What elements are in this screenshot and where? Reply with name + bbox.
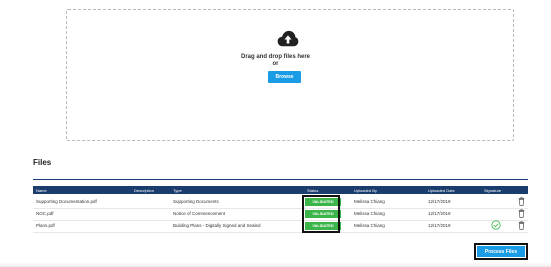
trash-icon[interactable] — [518, 221, 525, 230]
file-name[interactable]: Supporting Documentation.pdf — [36, 199, 97, 204]
uploaded-date: 12/17/2019 — [428, 211, 451, 216]
trash-icon[interactable] — [518, 209, 525, 218]
files-title: Files — [33, 158, 52, 167]
file-name[interactable]: NOC.pdf — [36, 211, 54, 216]
column-header-name: Name — [36, 188, 47, 193]
files-table-header: Name Description Type Status Uploaded By… — [33, 186, 528, 194]
column-header-uploaded-date: Uploaded Date — [428, 188, 455, 193]
cloud-upload-icon — [277, 30, 299, 47]
check-circle-icon — [491, 220, 501, 230]
process-files-button[interactable]: Process Files — [477, 246, 525, 257]
uploaded-date: 12/17/2019 — [428, 199, 451, 204]
file-name[interactable]: Plans.pdf — [36, 223, 55, 228]
browse-button[interactable]: Browse — [268, 71, 301, 83]
column-header-description: Description — [134, 188, 155, 193]
uploaded-by: Melissa Chiang — [354, 211, 385, 216]
table-row[interactable]: Plans.pdf Building Plans - Digitally Sig… — [33, 220, 528, 233]
drag-drop-text: Drag and drop files here — [240, 54, 310, 60]
uploaded-date: 12/17/2019 — [428, 223, 451, 228]
file-type: Notice of Commencement — [173, 211, 226, 216]
process-files-highlight: Process Files — [474, 243, 528, 260]
or-text: or — [272, 61, 279, 67]
file-type: Supporting Documents — [173, 199, 219, 204]
column-header-signature: Signature — [484, 188, 502, 193]
column-header-uploaded-by: Uploaded By — [354, 188, 377, 193]
page-bottom-edge — [0, 262, 551, 267]
trash-icon[interactable] — [518, 197, 525, 206]
uploaded-by: Melissa Chiang — [354, 199, 385, 204]
status-highlight-frame — [302, 195, 340, 233]
file-type: Building Plans - Digitally Signed and Se… — [173, 223, 261, 228]
column-header-type: Type — [173, 188, 182, 193]
files-divider — [33, 179, 528, 180]
column-header-status: Status — [307, 188, 319, 193]
uploaded-by: Melissa Chiang — [354, 223, 385, 228]
